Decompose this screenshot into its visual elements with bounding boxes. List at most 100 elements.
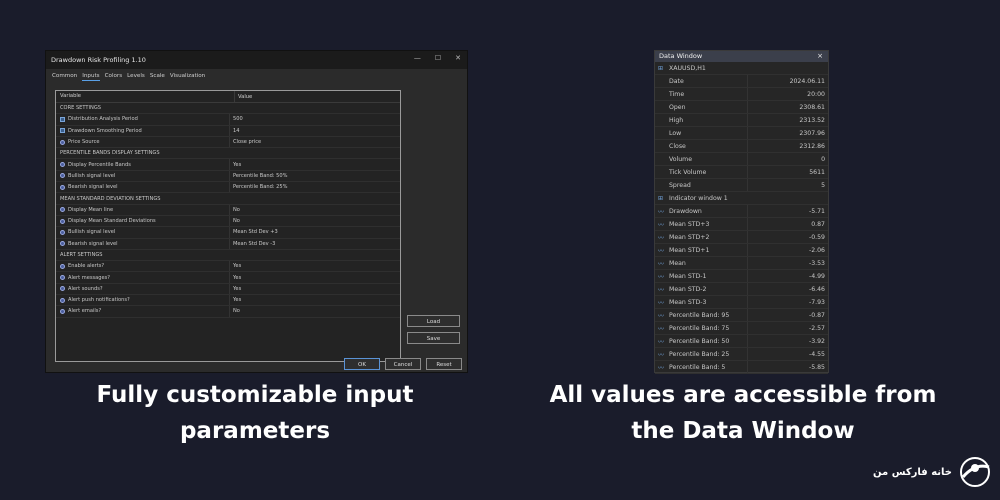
data-window-row: 〰 Percentile Band: 95 -0.87 <box>655 309 828 322</box>
data-window-value: -5.71 <box>808 207 825 215</box>
parameter-name-cell: Alert emails? <box>56 306 230 317</box>
data-window-label: Percentile Band: 95 <box>669 311 730 319</box>
data-window-row: Volume 0 <box>655 153 828 166</box>
parameter-value[interactable]: 500 <box>230 116 243 122</box>
parameter-row[interactable]: Bearish signal level Mean Std Dev -3 <box>56 238 400 250</box>
line-series-icon: 〰 <box>658 208 665 216</box>
close-icon[interactable]: × <box>817 51 823 62</box>
parameter-row[interactable]: Alert sounds? Yes <box>56 283 400 296</box>
parameter-value[interactable]: No <box>230 207 240 213</box>
parameter-label: Display Mean Standard Deviations <box>68 218 156 225</box>
data-window-label: Mean STD-2 <box>669 285 707 293</box>
data-window-label: Low <box>669 129 682 137</box>
data-window-value: -2.57 <box>808 324 825 332</box>
data-window-label-cell: 〰 Mean STD+2 <box>655 231 748 243</box>
right-caption-line1: All values are accessible from <box>549 382 937 408</box>
inputs-table: Variable Value CORE SETTINGS Distribution… <box>55 90 401 362</box>
parameter-value[interactable]: Yes <box>230 286 241 292</box>
line-series-icon: 〰 <box>658 234 665 242</box>
parameter-row[interactable]: Display Mean line No <box>56 204 400 216</box>
parameter-label: Enable alerts? <box>68 263 105 270</box>
parameter-value[interactable]: Close price <box>230 139 261 145</box>
data-window-value: 5611 <box>809 168 825 176</box>
minimize-icon[interactable]: — <box>414 54 421 62</box>
parameter-label: Bullish signal level <box>68 229 116 236</box>
close-icon[interactable]: ✕ <box>455 54 461 62</box>
data-window-label-cell: 〰 Mean <box>655 257 748 269</box>
data-window-label: Close <box>669 142 686 150</box>
section-header-label: ALERT SETTINGS <box>60 252 103 258</box>
parameter-value[interactable]: Mean Std Dev +3 <box>230 229 278 235</box>
parameter-value[interactable]: No <box>230 308 240 314</box>
data-window-row: 〰 Drawdown -5.71 <box>655 205 828 218</box>
parameter-row[interactable]: Alert messages? Yes <box>56 272 400 284</box>
line-series-icon: 〰 <box>658 221 665 229</box>
save-button[interactable]: Save <box>407 332 460 344</box>
tab-common[interactable]: Common <box>52 73 77 81</box>
parameter-label: Bullish signal level <box>68 172 116 179</box>
tab-levels[interactable]: Levels <box>127 73 145 81</box>
ok-button[interactable]: OK <box>344 358 380 370</box>
dialog-titlebar: Drawdown Risk Profiling 1.10 — ☐ ✕ <box>46 51 467 69</box>
data-window-label: Spread <box>669 181 691 189</box>
data-window-value: -0.59 <box>808 233 825 241</box>
tab-colors[interactable]: Colors <box>105 73 123 81</box>
parameter-row[interactable]: Bearish signal level Percentile Band: 25% <box>56 182 400 194</box>
cancel-button[interactable]: Cancel <box>385 358 421 370</box>
load-button[interactable]: Load <box>407 315 460 327</box>
parameter-row[interactable]: Distribution Analysis Period 500 <box>56 114 400 126</box>
data-window-row: High 2313.52 <box>655 114 828 127</box>
data-window-value: 0.87 <box>811 220 825 228</box>
reset-button[interactable]: Reset <box>426 358 462 370</box>
parameter-value[interactable]: Percentile Band: 50% <box>230 173 287 179</box>
maximize-icon[interactable]: ☐ <box>435 54 441 62</box>
data-window-titlebar: Data Window × <box>655 51 828 62</box>
parameter-row[interactable]: Drawdown Smoothing Period 14 <box>56 125 400 137</box>
parameter-value[interactable]: Yes <box>230 162 241 168</box>
data-window-value: 0 <box>821 155 825 163</box>
parameter-row[interactable]: Display Mean Standard Deviations No <box>56 215 400 228</box>
option-input-icon <box>60 173 65 179</box>
parameter-row[interactable]: Bullish signal level Percentile Band: 50% <box>56 170 400 183</box>
data-window-label: Mean <box>669 259 686 267</box>
parameter-row[interactable]: Alert push notifications? Yes <box>56 295 400 307</box>
parameter-value[interactable]: Yes <box>230 263 241 269</box>
option-input-icon <box>60 297 65 303</box>
parameter-row[interactable]: Price Source Close price <box>56 136 400 149</box>
tab-visualization[interactable]: Visualization <box>170 73 205 81</box>
parameter-value[interactable]: Percentile Band: 25% <box>230 184 287 190</box>
data-window-label: Tick Volume <box>669 168 707 176</box>
data-window-label-cell: 〰 Mean STD-1 <box>655 270 748 282</box>
parameter-label: Display Mean line <box>68 206 114 213</box>
numeric-input-icon <box>60 116 65 122</box>
numeric-input-icon <box>60 128 65 134</box>
data-window-value: -3.92 <box>808 337 825 345</box>
parameter-row[interactable]: Alert emails? No <box>56 306 400 318</box>
parameter-row[interactable]: Enable alerts? Yes <box>56 261 400 273</box>
parameter-value[interactable]: 14 <box>230 128 239 134</box>
parameter-row[interactable]: Bullish signal level Mean Std Dev +3 <box>56 227 400 239</box>
parameter-value[interactable]: Yes <box>230 297 241 303</box>
data-window-label: Percentile Band: 25 <box>669 350 730 358</box>
parameter-row[interactable]: Display Percentile Bands Yes <box>56 159 400 171</box>
data-window-label-cell: 〰 Percentile Band: 75 <box>655 322 748 334</box>
parameter-value[interactable]: Mean Std Dev -3 <box>230 241 275 247</box>
parameter-name-cell: Price Source <box>56 136 230 148</box>
data-window-row: 〰 Mean STD-1 -4.99 <box>655 270 828 283</box>
line-series-icon: 〰 <box>658 273 665 281</box>
data-window-row: Spread 5 <box>655 179 828 192</box>
brand-logo-text: خانه فارکس من <box>873 466 952 478</box>
data-window-row: Open 2308.61 <box>655 101 828 114</box>
parameter-label: Alert messages? <box>68 274 110 281</box>
parameter-value[interactable]: No <box>230 218 240 224</box>
line-series-icon: 〰 <box>658 312 665 320</box>
data-window-label-cell: Low <box>655 127 748 139</box>
data-window-row: Tick Volume 5611 <box>655 166 828 179</box>
data-window-label-cell: 〰 Percentile Band: 25 <box>655 348 748 360</box>
tab-scale[interactable]: Scale <box>150 73 165 81</box>
option-input-icon <box>60 241 65 247</box>
inputs-table-header: Variable Value <box>56 91 400 103</box>
tab-inputs[interactable]: Inputs <box>82 73 100 81</box>
data-window-label: XAUUSD,H1 <box>669 64 706 72</box>
parameter-value[interactable]: Yes <box>230 275 241 281</box>
